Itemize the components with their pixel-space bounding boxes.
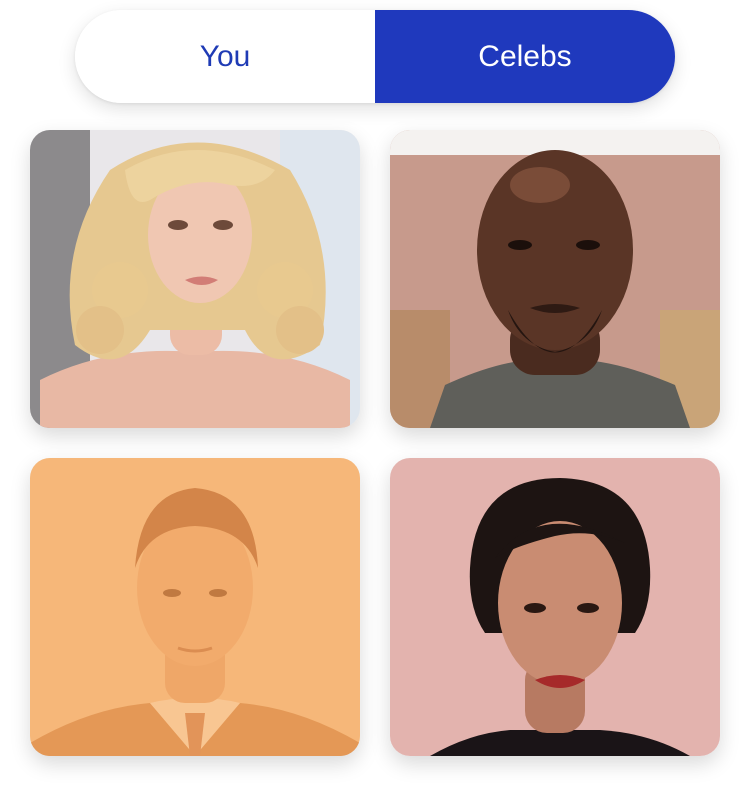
portrait-bald-man-image xyxy=(390,130,720,428)
tab-celebs[interactable]: Celebs xyxy=(375,10,675,103)
celeb-card-2[interactable] xyxy=(390,130,720,428)
celeb-card-3[interactable] xyxy=(30,458,360,756)
portrait-dark-hair-woman-image xyxy=(390,458,720,756)
tab-you[interactable]: You xyxy=(75,10,375,103)
portrait-man-suit-image xyxy=(30,458,360,756)
celeb-card-4[interactable] xyxy=(390,458,720,756)
you-celebs-toggle: You Celebs xyxy=(75,10,675,103)
portrait-blonde-woman-image xyxy=(30,130,360,428)
celebs-grid xyxy=(30,130,720,790)
celeb-card-1[interactable] xyxy=(30,130,360,428)
